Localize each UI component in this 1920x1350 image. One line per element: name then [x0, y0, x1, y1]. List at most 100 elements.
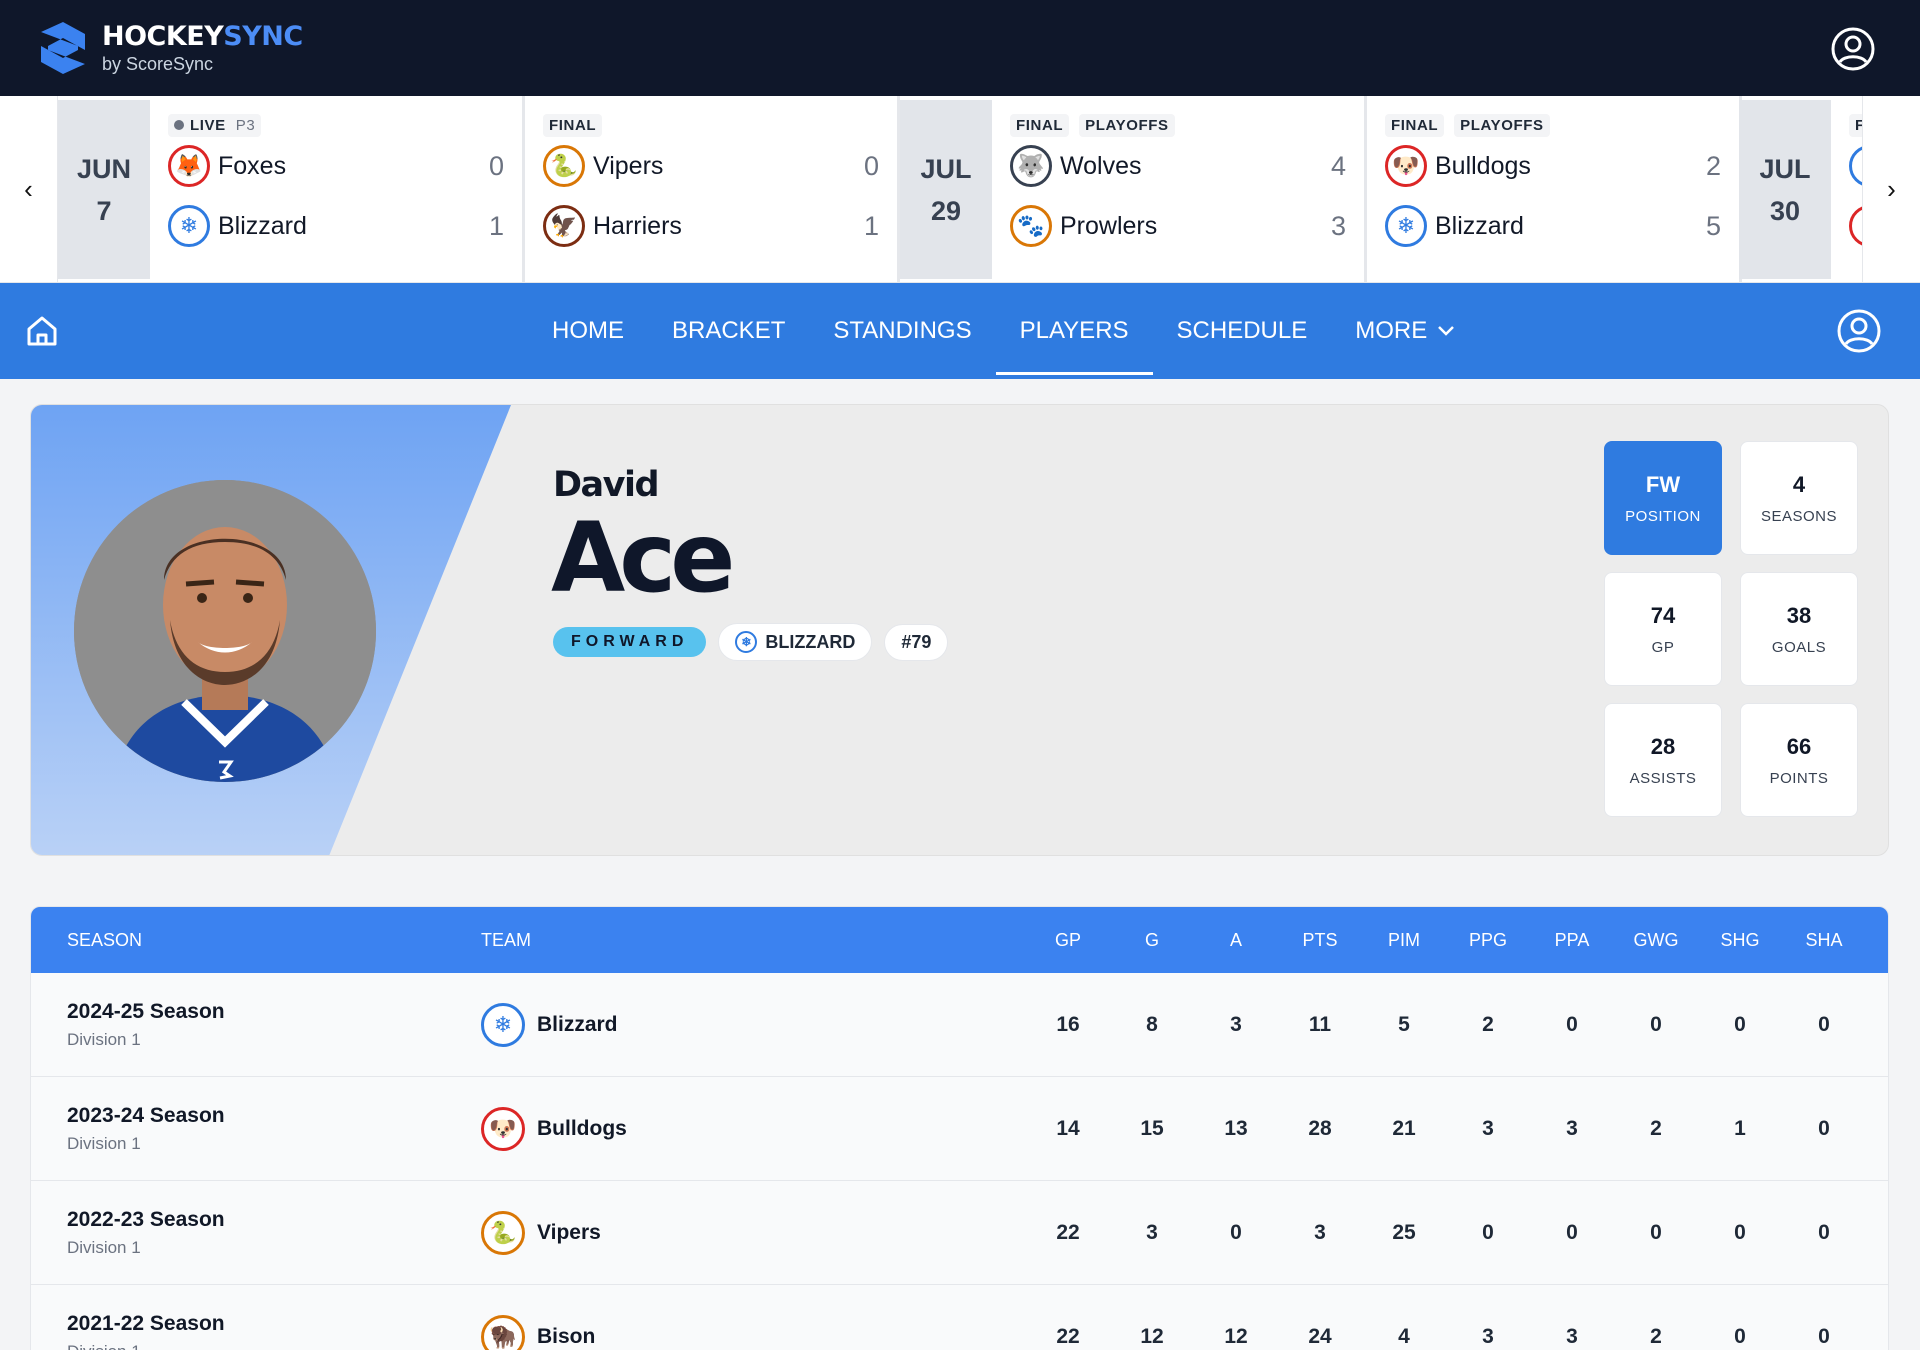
- column-header-g[interactable]: G: [1110, 930, 1194, 951]
- column-header-sha[interactable]: SHA: [1782, 930, 1866, 951]
- stat-label: GOALS: [1771, 638, 1827, 656]
- nav-schedule[interactable]: SCHEDULE: [1153, 283, 1332, 379]
- column-header-shg[interactable]: SHG: [1698, 930, 1782, 951]
- bulldogs-logo-icon: 🐶: [481, 1106, 525, 1151]
- table-header: SEASON TEAM GP G A PTS PIM PPG PPA GWG S…: [31, 907, 1888, 973]
- team-badge-label: BLIZZARD: [765, 631, 856, 652]
- stat-cell-ppg: 3: [1482, 1324, 1494, 1348]
- table-row[interactable]: 2021-22 Season Division 1🦬 Bison 22 12 12 24 4 3…: [31, 1285, 1888, 1350]
- user-circle-icon[interactable]: [1830, 26, 1876, 72]
- foxes-logo-icon: 🦊: [168, 145, 210, 187]
- vipers-logo-icon: 🐍: [543, 145, 585, 187]
- team-cell[interactable]: 🐍 Vipers: [481, 1210, 1026, 1255]
- table-row[interactable]: 2023-24 Season Division 1 🐶 Bulldogs 14 15 13 2…: [31, 1077, 1888, 1181]
- stat-cell-sha: 0: [1818, 1220, 1830, 1244]
- column-header-a[interactable]: A: [1194, 930, 1278, 951]
- stat-cell-a: 13: [1224, 1116, 1248, 1140]
- nav-standings[interactable]: STANDINGS: [809, 283, 995, 379]
- season-name: 2024-25 Season: [67, 999, 225, 1023]
- player-profile-card: David Ace FORWARD ❄ BLIZZARD #79 FW POSI…: [30, 404, 1889, 856]
- stat-cell-gp: 14: [1056, 1116, 1080, 1140]
- date-block: JUN 7: [58, 100, 150, 279]
- nav-players[interactable]: PLAYERS: [995, 283, 1153, 379]
- stat-cell-shg: 0: [1734, 1324, 1746, 1348]
- jersey-number-badge: #79: [884, 623, 949, 661]
- nav-home[interactable]: HOME: [528, 283, 648, 379]
- date-block: JUL 30: [1739, 100, 1831, 279]
- brand-byline: by ScoreSync: [102, 53, 214, 74]
- live-dot-icon: [174, 120, 184, 130]
- team-cell[interactable]: ❄ Blizzard: [481, 1002, 1026, 1047]
- tag-label: LIVE: [190, 116, 226, 134]
- column-header-pim[interactable]: PIM: [1362, 930, 1446, 951]
- season-name: 2022-23 Season: [67, 1207, 225, 1231]
- column-header-team[interactable]: TEAM: [481, 930, 1026, 951]
- date-day: 30: [1769, 195, 1801, 226]
- chevron-left-icon[interactable]: ‹: [0, 96, 58, 282]
- team-score: 5: [1705, 210, 1721, 241]
- stat-position: FW POSITION: [1604, 441, 1722, 555]
- column-header-ppa[interactable]: PPA: [1530, 930, 1614, 951]
- stat-cell-gwg: 0: [1650, 1220, 1662, 1244]
- nav-bracket[interactable]: BRACKET: [648, 283, 809, 379]
- season-stats-table: SEASON TEAM GP G A PTS PIM PPG PPA GWG S…: [30, 906, 1889, 1350]
- stat-cell-shg: 1: [1734, 1116, 1746, 1140]
- season-name: 2021-22 Season: [67, 1311, 225, 1335]
- team-row: ❄ Blizzard 5: [1385, 196, 1721, 256]
- bison-logo-icon: 🦬: [481, 1314, 525, 1350]
- column-header-gwg[interactable]: GWG: [1614, 930, 1698, 951]
- stat-points: 66 POINTS: [1740, 703, 1858, 817]
- stat-cell-g: 3: [1146, 1220, 1158, 1244]
- bulldogs-logo-icon: 🐶: [1385, 145, 1427, 187]
- column-header-gp[interactable]: GP: [1026, 930, 1110, 951]
- date-month: JUL: [1759, 153, 1811, 184]
- team-row: ❄ Blizzard 1: [168, 196, 504, 256]
- home-icon[interactable]: [24, 313, 60, 349]
- stat-cell-sha: 0: [1818, 1116, 1830, 1140]
- team-cell[interactable]: 🐶 Bulldogs: [481, 1106, 1026, 1151]
- stat-assists: 28 ASSISTS: [1604, 703, 1722, 817]
- nav-more[interactable]: MORE: [1331, 283, 1479, 379]
- team-row: 🐍 Vipers 0: [543, 136, 879, 196]
- stat-cell-shg: 0: [1734, 1012, 1746, 1036]
- brand-logo[interactable]: HOCKEYSYNC by ScoreSync: [38, 20, 303, 76]
- stat-value: FW: [1645, 471, 1681, 497]
- column-header-season[interactable]: SEASON: [31, 930, 481, 951]
- stat-gp: 74 GP: [1604, 572, 1722, 686]
- main-nav: HOME BRACKET STANDINGS PLAYERS SCHEDULE …: [0, 283, 1920, 379]
- final-badge: FINAL: [1385, 113, 1445, 137]
- stat-label: POINTS: [1769, 769, 1829, 787]
- column-header-pts[interactable]: PTS: [1278, 930, 1362, 951]
- team-cell[interactable]: 🦬 Bison: [481, 1314, 1026, 1350]
- date-day: 29: [930, 195, 962, 226]
- team-name: Bulldogs: [537, 1116, 627, 1140]
- playoffs-badge: PLAYOFFS: [1454, 113, 1550, 137]
- brand-name-part2: SYNC: [223, 20, 303, 52]
- stat-value: 74: [1650, 602, 1676, 628]
- nav-more-label: MORE: [1355, 317, 1428, 344]
- scoreboard-strip: ‹ JUN 7 LIVE P3 🦊 Foxes 0 ❄ Blizzard 1 FI…: [0, 96, 1920, 283]
- team-score: 0: [863, 150, 879, 181]
- team-row: 🐾 Prowlers 3: [1010, 196, 1346, 256]
- user-circle-icon[interactable]: [1836, 308, 1882, 354]
- season-name: 2023-24 Season: [67, 1103, 225, 1127]
- game-card[interactable]: FINAL 🐍 Vipers 0 🦅 Harriers 1: [525, 96, 900, 282]
- game-card[interactable]: LIVE P3 🦊 Foxes 0 ❄ Blizzard 1: [150, 96, 525, 282]
- table-row[interactable]: 2022-23 Season Division 1 🐍 Vipers 22 3 0 3 25 0 0…: [31, 1181, 1888, 1285]
- team-badge[interactable]: ❄ BLIZZARD: [718, 623, 873, 661]
- stat-label: SEASONS: [1760, 507, 1838, 525]
- table-row[interactable]: 2024-25 Season Division 1 ❄ Blizzard 16 8 3 11 5…: [31, 973, 1888, 1077]
- team-score: 1: [863, 210, 879, 241]
- stat-cell-pts: 24: [1308, 1324, 1332, 1348]
- team-row: 🦊 Foxes 0: [168, 136, 504, 196]
- stat-cell-pim: 4: [1398, 1324, 1410, 1348]
- player-last-name: Ace: [551, 502, 735, 614]
- stat-label: POSITION: [1625, 507, 1701, 525]
- game-card[interactable]: FINAL PLAYOFFS 🐶 Bulldogs 2 ❄ Blizzard 5: [1367, 96, 1742, 282]
- final-badge: FINAL: [543, 113, 603, 137]
- game-card[interactable]: FINAL PLAYOFFS 🐺 Wolves 4 🐾 Prowlers 3: [992, 96, 1367, 282]
- stat-cell-g: 15: [1140, 1116, 1164, 1140]
- blizzard-logo-icon: ❄: [481, 1002, 525, 1047]
- column-header-ppg[interactable]: PPG: [1446, 930, 1530, 951]
- chevron-right-icon[interactable]: ›: [1862, 96, 1920, 282]
